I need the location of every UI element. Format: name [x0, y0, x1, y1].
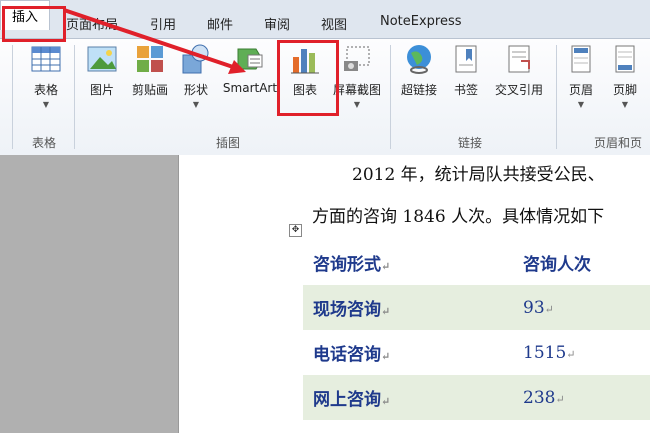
annotation-arrow-icon [63, 8, 246, 74]
